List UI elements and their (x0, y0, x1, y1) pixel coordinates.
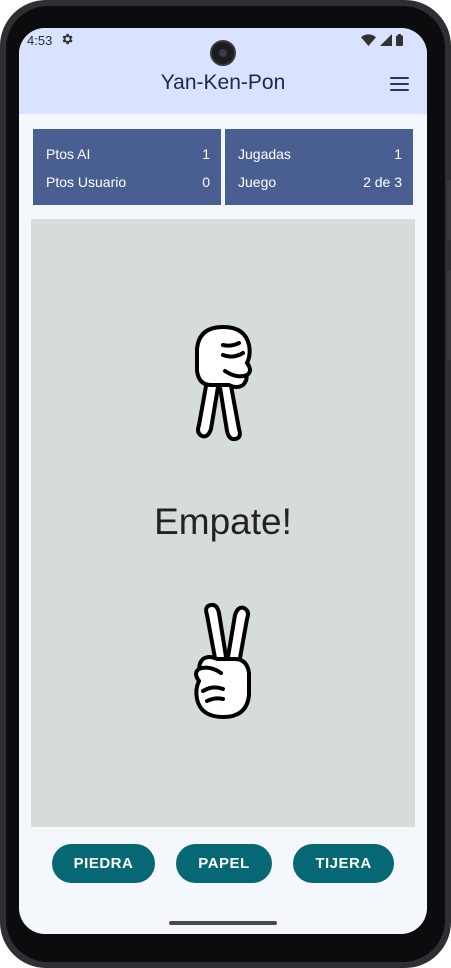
score-value: 1 (202, 146, 210, 162)
scissors-button[interactable]: TIJERA (293, 844, 394, 883)
score-card-points: Ptos AI 1 Ptos Usuario 0 (33, 129, 221, 205)
hamburger-menu-icon[interactable] (385, 72, 413, 96)
scissors-hand-icon (194, 603, 251, 719)
score-card-game: Jugadas 1 Juego 2 de 3 (225, 129, 413, 205)
wifi-icon (361, 34, 376, 46)
score-row-user: Ptos Usuario 0 (46, 174, 210, 194)
status-icons (361, 34, 403, 46)
score-label: Ptos AI (46, 146, 91, 162)
rock-button[interactable]: PIEDRA (52, 844, 155, 883)
battery-icon (396, 34, 403, 46)
score-value: 2 de 3 (363, 174, 402, 190)
settings-icon (62, 33, 73, 45)
score-label: Jugadas (238, 146, 291, 162)
score-row-plays: Jugadas 1 (238, 146, 402, 166)
score-value: 0 (202, 174, 210, 190)
app-bar: 4:53 Yan-Ken-Pon (19, 28, 427, 114)
score-row-round: Juego 2 de 3 (238, 174, 402, 194)
phone-frame: 4:53 Yan-Ken-Pon Ptos AI 1 Ptos Usuario … (0, 0, 451, 968)
score-label: Juego (238, 174, 277, 190)
volume-button (447, 270, 451, 360)
status-time: 4:53 (27, 33, 53, 48)
paper-button[interactable]: PAPEL (176, 844, 272, 883)
signal-icon (380, 34, 392, 46)
power-button (447, 180, 451, 240)
front-camera (210, 40, 236, 66)
result-text: Empate! (154, 501, 292, 542)
app-screen: 4:53 Yan-Ken-Pon Ptos AI 1 Ptos Usuario … (19, 28, 427, 934)
score-row-ai: Ptos AI 1 (46, 146, 210, 166)
score-value: 1 (394, 146, 402, 162)
gesture-nav-handle[interactable] (169, 921, 277, 925)
app-title: Yan-Ken-Pon (160, 71, 286, 94)
score-label: Ptos Usuario (46, 174, 127, 190)
game-area: Empate! (31, 219, 415, 827)
scissors-hand-icon (195, 325, 252, 441)
